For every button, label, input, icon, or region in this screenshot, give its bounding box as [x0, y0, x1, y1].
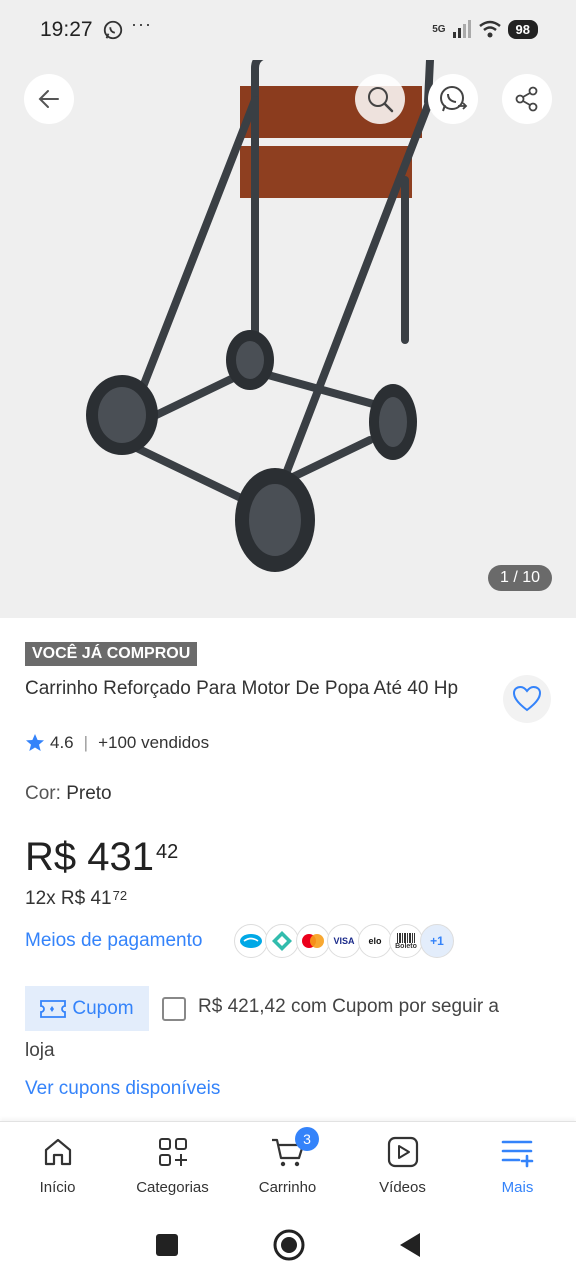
installments-value: 12x R$ 41: [25, 888, 112, 909]
mercado-pago-icon: [234, 924, 268, 958]
coupon-offer-text-continued: loja: [25, 1040, 55, 1061]
battery-indicator: 98: [507, 19, 538, 39]
heart-icon: [513, 686, 541, 712]
video-icon: [387, 1136, 418, 1168]
arrow-left-icon: [38, 90, 59, 108]
see-coupons-link[interactable]: Ver cupons disponíveis: [25, 1078, 220, 1100]
nav-cart-label: Carrinho: [258, 1179, 317, 1196]
more-icon: [501, 1140, 533, 1168]
payment-icons[interactable]: VISA elo Boleto +1: [234, 924, 454, 958]
categories-icon: [158, 1138, 187, 1166]
favorite-button[interactable]: [503, 675, 551, 723]
whatsapp-icon: [440, 86, 468, 112]
signal-icon: [452, 20, 471, 38]
installments-cents: 72: [112, 888, 128, 903]
back-button[interactable]: [24, 74, 74, 124]
nav-categories[interactable]: Categorias: [115, 1122, 230, 1210]
rating-row[interactable]: 4.6 | +100 vendidos: [25, 733, 209, 753]
product-gallery[interactable]: 1 / 10: [0, 60, 576, 618]
coupon-ticket-icon: [40, 999, 67, 1018]
boleto-icon: Boleto: [389, 924, 423, 958]
nav-categories-label: Categorias: [136, 1179, 209, 1196]
cart-count-badge: 3: [295, 1127, 319, 1151]
visa-icon: VISA: [327, 924, 361, 958]
whatsapp-icon: [103, 20, 123, 40]
coupon-button-label: Cupom: [72, 997, 134, 1019]
coupon-offer-text: R$ 421,42 com Cupom por seguir a: [198, 996, 499, 1017]
nav-videos[interactable]: Vídeos: [345, 1122, 460, 1210]
nav-home-label: Início: [39, 1179, 76, 1196]
search-icon: [368, 87, 394, 113]
gallery-counter: 1 / 10: [487, 565, 552, 591]
recent-apps-icon[interactable]: [155, 1233, 179, 1257]
status-bar: 19:27 ··· 5G 98: [0, 0, 576, 60]
whatsapp-share-button[interactable]: [428, 74, 478, 124]
status-indicators: 5G 98: [432, 16, 538, 42]
star-icon: [26, 734, 44, 751]
home-circle-icon[interactable]: [272, 1228, 306, 1262]
coupon-button[interactable]: Cupom: [25, 986, 149, 1031]
price-cents: 42: [155, 841, 179, 863]
system-navigation-bar: [0, 1211, 576, 1280]
home-icon: [44, 1138, 71, 1166]
installments: 12x R$ 41 72: [25, 888, 127, 910]
purchased-badge: VOCÊ JÁ COMPROU: [25, 642, 198, 666]
status-more-dots: ···: [131, 14, 152, 34]
pix-icon: [265, 924, 299, 958]
elo-icon: elo: [358, 924, 392, 958]
more-payment-methods[interactable]: +1: [420, 924, 454, 958]
wifi-icon: [478, 20, 501, 38]
price: R$ 431 42: [25, 835, 178, 879]
price-main: R$ 431: [25, 835, 154, 879]
mastercard-icon: [296, 924, 330, 958]
nav-videos-label: Vídeos: [379, 1179, 426, 1196]
product-title: Carrinho Reforçado Para Motor De Popa At…: [25, 678, 459, 699]
share-icon: [515, 86, 538, 112]
cart-wheels: [86, 330, 417, 572]
nav-home[interactable]: Início: [0, 1122, 115, 1210]
search-button[interactable]: [355, 74, 405, 124]
sold-count: +100 vendidos: [98, 733, 210, 752]
color-label: Cor:: [25, 783, 61, 804]
rating-separator: |: [83, 733, 89, 752]
network-label: 5G: [432, 23, 446, 35]
bottom-navigation: Início Categorias 3 Carrinho Vídeos Mais: [0, 1121, 576, 1211]
boleto-label: Boleto: [395, 942, 417, 950]
coupon-checkbox[interactable]: [162, 997, 186, 1021]
back-triangle-icon[interactable]: [398, 1231, 422, 1259]
nav-cart[interactable]: 3 Carrinho: [230, 1122, 345, 1210]
status-time: 19:27: [40, 18, 93, 41]
share-button[interactable]: [502, 74, 552, 124]
nav-more[interactable]: Mais: [460, 1122, 575, 1210]
wood-board-bottom: [240, 146, 412, 198]
color-value: Preto: [66, 783, 112, 804]
nav-more-label: Mais: [501, 1179, 534, 1196]
payment-methods-link[interactable]: Meios de pagamento: [25, 930, 202, 952]
product-image: [86, 60, 435, 572]
color-selector[interactable]: Cor: Preto: [25, 783, 112, 805]
rating-value: 4.6: [50, 733, 74, 752]
